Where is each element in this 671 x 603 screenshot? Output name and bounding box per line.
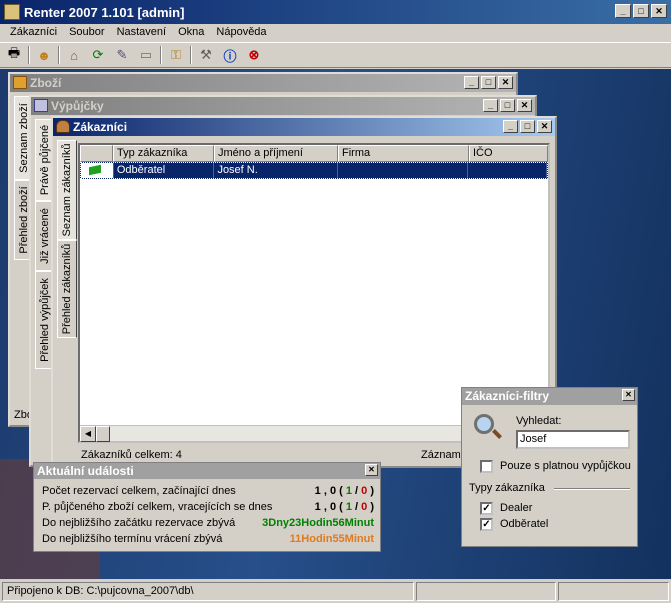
cell-typ: Odběratel	[114, 163, 215, 178]
odberatel-checkbox[interactable]: ✓	[480, 518, 493, 531]
status-db: Připojeno k DB: C:\pujcovna_2007\db\	[2, 582, 414, 601]
maximize-button[interactable]: □	[481, 76, 496, 89]
minimize-button[interactable]: _	[615, 4, 631, 18]
toolbar-separator	[160, 46, 162, 64]
only-valid-checkbox[interactable]	[480, 460, 493, 473]
app-icon	[4, 4, 20, 20]
tools-icon[interactable]: ✎	[112, 45, 132, 65]
events-panel[interactable]: Aktuální události ✕ Počet rezervací celk…	[33, 462, 381, 552]
record-label: Záznam	[421, 449, 461, 461]
tab-seznam-zakazniku[interactable]: Seznam zákazníků	[57, 140, 77, 240]
filters-title-bar[interactable]: Zákazníci-filtry ✕	[462, 388, 637, 405]
menu-zakaznici[interactable]: Zákazníci	[4, 24, 63, 42]
close-button[interactable]: ✕	[498, 76, 513, 89]
menu-soubor[interactable]: Soubor	[63, 24, 110, 42]
events-close-button[interactable]: ✕	[365, 464, 378, 476]
column-header-indicator[interactable]	[80, 145, 113, 162]
user-icon[interactable]: ☻	[34, 45, 54, 65]
loans-icon	[34, 99, 48, 112]
toolbar: 🖶 ☻ ⌂ ⟳ ✎ ▭ ⚿ ⚒ ⓘ ⊗	[0, 42, 671, 68]
column-header-jmeno[interactable]: Jméno a příjmení	[214, 145, 338, 162]
info-icon[interactable]: ⓘ	[220, 45, 240, 65]
window-zbozi-titlebar[interactable]: Zboží _ □ ✕	[10, 74, 516, 92]
event-row-reservations: Počet rezervací celkem, začínající dnes …	[42, 485, 374, 497]
scroll-thumb[interactable]	[96, 426, 110, 442]
column-header-ico[interactable]: IČO	[469, 145, 548, 162]
cell-ico	[468, 163, 548, 178]
search-input[interactable]: Josef	[516, 430, 630, 449]
maximize-button[interactable]: □	[500, 99, 515, 112]
event-countdown: 3Dny23Hodin56Minut	[262, 517, 374, 529]
dealer-checkbox[interactable]: ✓	[480, 502, 493, 515]
wrench-icon[interactable]: ⚒	[196, 45, 216, 65]
app-titlebar[interactable]: Renter 2007 1.101 [admin] _ □ ✕	[0, 0, 671, 24]
grid-header: Typ zákazníka Jméno a příjmení Firma IČO	[80, 145, 548, 162]
minimize-button[interactable]: _	[503, 120, 518, 133]
exit-icon[interactable]: ⊗	[244, 45, 264, 65]
goods-icon	[13, 76, 27, 89]
window-vypujcky-title: Výpůjčky	[51, 99, 104, 113]
window-zakaznici-title: Zákazníci	[73, 120, 128, 134]
event-row-next-reservation: Do nejbližšího začátku rezervace zbývá 3…	[42, 517, 374, 529]
search-label: Vyhledat:	[516, 415, 562, 427]
menu-okna[interactable]: Okna	[172, 24, 210, 42]
cell-firma	[338, 163, 469, 178]
lock-icon[interactable]: ⚿	[166, 45, 186, 65]
column-header-typ[interactable]: Typ zákazníka	[113, 145, 214, 162]
home-icon[interactable]: ⌂	[64, 45, 84, 65]
menubar: Zákazníci Soubor Nastavení Okna Nápověda	[0, 24, 671, 42]
events-title-bar[interactable]: Aktuální události ✕	[34, 463, 380, 479]
window-zakaznici-titlebar[interactable]: Zákazníci _ □ ✕	[53, 118, 555, 136]
close-button[interactable]: ✕	[517, 99, 532, 112]
filters-panel[interactable]: Zákazníci-filtry ✕ Vyhledat: Josef Pouze…	[461, 387, 638, 547]
window-vypujcky-titlebar[interactable]: Výpůjčky _ □ ✕	[31, 97, 535, 115]
table-row[interactable]: Odběratel Josef N.	[80, 162, 548, 179]
toolbar-separator	[58, 46, 60, 64]
only-valid-label: Pouze s platnou vypůjčkou	[500, 460, 631, 472]
event-row-next-return: Do nejbližšího termínu vrácení zbývá 11H…	[42, 533, 374, 545]
status-panel-2	[416, 582, 556, 601]
event-counts: 1 , 0 ( 1 / 0 )	[314, 501, 374, 513]
minimize-button[interactable]: _	[464, 76, 479, 89]
column-header-firma[interactable]: Firma	[338, 145, 469, 162]
odberatel-label: Odběratel	[500, 518, 549, 530]
close-button[interactable]: ✕	[537, 120, 552, 133]
tab-prehled-zakazniku[interactable]: Přehled zákazníků	[57, 240, 77, 338]
maximize-button[interactable]: □	[633, 4, 649, 18]
app-title: Renter 2007 1.101 [admin]	[24, 4, 185, 20]
dealer-label: Dealer	[500, 502, 533, 514]
customer-types-label: Typy zákazníka	[469, 482, 545, 494]
toolbar-separator	[190, 46, 192, 64]
window-zbozi-title: Zboží	[30, 76, 62, 90]
close-button[interactable]: ✕	[651, 4, 667, 18]
status-panel-3	[558, 582, 669, 601]
search-icon	[474, 414, 502, 440]
row-indicator	[81, 163, 114, 178]
filters-title: Zákazníci-filtry	[465, 389, 550, 403]
print-icon[interactable]: 🖶	[4, 45, 24, 65]
event-countdown: 11Hodin55Minut	[289, 533, 374, 545]
event-counts: 1 , 0 ( 1 / 0 )	[314, 485, 374, 497]
scroll-left-button[interactable]: ◀	[80, 426, 96, 442]
event-row-loans: P. půjčeného zboží celkem, vracejících s…	[42, 501, 374, 513]
statusbar: Připojeno k DB: C:\pujcovna_2007\db\	[0, 580, 671, 603]
customers-icon	[56, 120, 70, 133]
cell-jmeno: Josef N.	[214, 163, 338, 178]
toolbar-separator	[28, 46, 30, 64]
window-icon[interactable]: ▭	[136, 45, 156, 65]
refresh-icon[interactable]: ⟳	[88, 45, 108, 65]
menu-nastaveni[interactable]: Nastavení	[111, 24, 173, 42]
filters-close-button[interactable]: ✕	[622, 389, 635, 401]
minimize-button[interactable]: _	[483, 99, 498, 112]
events-title: Aktuální události	[37, 464, 134, 478]
flag-icon	[89, 164, 101, 176]
menu-napoveda[interactable]: Nápověda	[210, 24, 272, 42]
maximize-button[interactable]: □	[520, 120, 535, 133]
group-divider	[554, 488, 630, 490]
